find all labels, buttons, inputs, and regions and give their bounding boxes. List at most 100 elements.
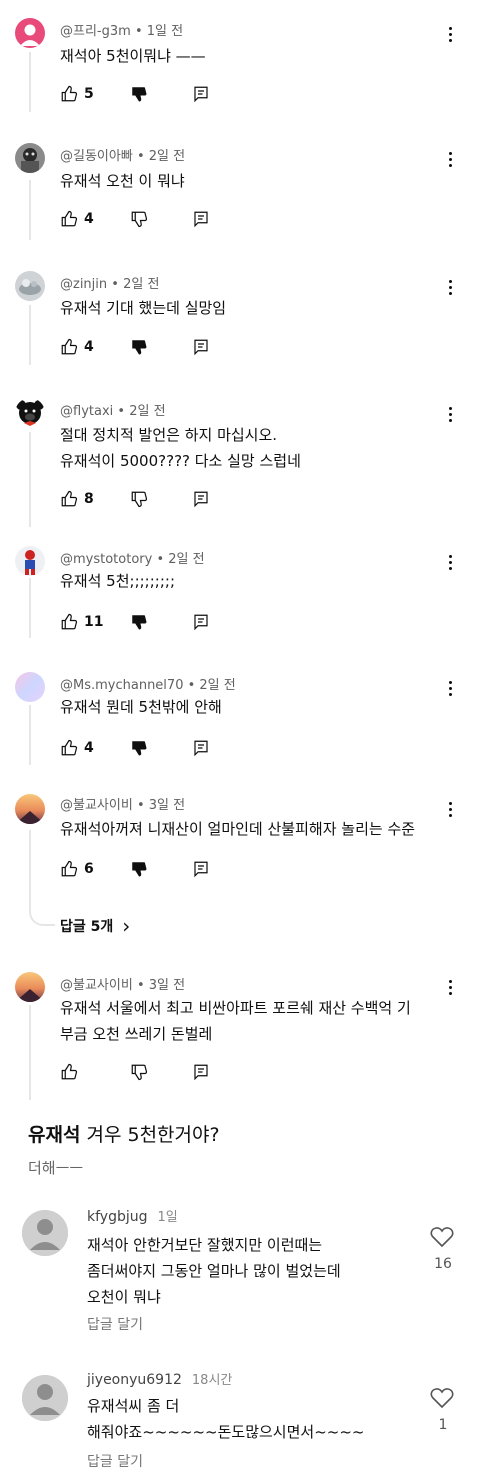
reply-button[interactable]: [192, 335, 210, 359]
avatar[interactable]: [15, 794, 45, 824]
like-button[interactable]: 8: [60, 487, 94, 511]
like-button[interactable]: 5: [60, 82, 94, 106]
reply-comment-icon: [194, 491, 208, 508]
dislike-button[interactable]: [130, 736, 148, 760]
replies-branch-line: [29, 880, 55, 926]
comment-text: 유재석아꺼져 니재산이 얼마인데 산불피해자 놀리는 수준: [60, 820, 416, 838]
comment-text: 유재석 기대 했는데 실망임: [60, 299, 227, 317]
comment-actions: 5: [60, 82, 230, 106]
like-count: 4: [84, 211, 94, 227]
like-button[interactable]: 6: [60, 857, 94, 881]
heart-icon[interactable]: [430, 1387, 456, 1411]
comment-time: 2일 전: [148, 149, 186, 164]
comment-meta: @flytaxi • 2일 전: [60, 404, 166, 419]
thumbs-up-icon: [61, 860, 78, 877]
avatar[interactable]: [15, 18, 45, 48]
dislike-button[interactable]: [130, 1060, 148, 1084]
avatar[interactable]: [15, 546, 45, 576]
avatar[interactable]: [15, 271, 45, 301]
comment-text: 유재석 5천;;;;;;;;;: [60, 572, 175, 590]
comment-actions: 4: [60, 736, 230, 760]
reply-comment-icon: [194, 339, 208, 356]
thumbs-down-filled-icon: [132, 340, 147, 355]
reply-button[interactable]: [192, 736, 210, 760]
comment-actions: 6: [60, 857, 230, 881]
reply-user: jiyeonyu6912 18시간: [87, 1369, 232, 1388]
post-title: 유재석 겨우 5천한거야?: [28, 1120, 220, 1147]
avatar[interactable]: [15, 398, 45, 428]
comment-author[interactable]: @mystototory: [60, 552, 152, 567]
heart-icon[interactable]: [430, 1226, 456, 1250]
post-title-strong: 유재석: [28, 1124, 81, 1146]
like-count: 11: [84, 614, 104, 630]
more-options-icon[interactable]: [444, 800, 458, 818]
dislike-button[interactable]: [130, 207, 148, 231]
reply-button[interactable]: [192, 207, 210, 231]
reply-button[interactable]: [192, 487, 210, 511]
comment-time: 2일 전: [123, 277, 160, 292]
like-button[interactable]: 4: [60, 207, 94, 231]
reply-button[interactable]: [192, 1060, 210, 1084]
reply-button[interactable]: [192, 610, 210, 634]
avatar[interactable]: [22, 1375, 68, 1421]
dislike-button[interactable]: [130, 82, 148, 106]
reply-username[interactable]: kfygbjug: [87, 1209, 148, 1225]
reply-time: 18시간: [191, 1373, 233, 1388]
thumbs-down-icon: [131, 211, 148, 228]
avatar[interactable]: [15, 143, 45, 173]
reply-link[interactable]: 답글 달기: [87, 1451, 143, 1471]
more-options-icon[interactable]: [444, 278, 458, 296]
dislike-button[interactable]: [130, 857, 148, 881]
comment-author[interactable]: @프리-g3m: [60, 24, 131, 39]
reply-comment-icon: [194, 86, 208, 103]
reply-username[interactable]: jiyeonyu6912: [87, 1372, 182, 1388]
thumbs-up-icon: [61, 1063, 78, 1080]
dislike-button[interactable]: [130, 335, 148, 359]
dislike-button[interactable]: [130, 610, 148, 634]
more-options-icon[interactable]: [444, 679, 458, 697]
comment-meta: @Ms.mychannel70 • 2일 전: [60, 678, 236, 693]
chevron-right-icon: ›: [122, 914, 131, 938]
comment-author[interactable]: @길동이아빠: [60, 149, 133, 164]
like-count: 5: [84, 86, 94, 102]
show-replies-button[interactable]: 답글 5개 ›: [60, 916, 130, 936]
more-options-icon[interactable]: [444, 150, 458, 168]
thumbs-up-icon: [61, 739, 78, 756]
comment-author[interactable]: @Ms.mychannel70: [60, 678, 183, 693]
comment-actions: 4: [60, 335, 230, 359]
comment-time: 2일 전: [168, 552, 205, 567]
comment-text: 재석아 5천이뭐냐 ——: [60, 47, 206, 65]
like-button[interactable]: [60, 1060, 84, 1084]
reply-link[interactable]: 답글 달기: [87, 1314, 143, 1334]
reply-button[interactable]: [192, 82, 210, 106]
dislike-button[interactable]: [130, 487, 148, 511]
thumbs-down-icon: [131, 1064, 148, 1081]
like-button[interactable]: 11: [60, 610, 103, 634]
reply-button[interactable]: [192, 857, 210, 881]
comment-author[interactable]: @불교사이비: [60, 978, 133, 993]
more-options-icon[interactable]: [444, 978, 458, 996]
thumbs-down-filled-icon: [132, 87, 147, 102]
like-button[interactable]: 4: [60, 335, 94, 359]
avatar[interactable]: [15, 672, 45, 702]
more-options-icon[interactable]: [444, 553, 458, 571]
comment-author[interactable]: @불교사이비: [60, 798, 133, 813]
like-count: 8: [84, 491, 94, 507]
thumbs-down-filled-icon: [132, 862, 147, 877]
comment-time: 3일 전: [148, 798, 186, 813]
thumbs-up-icon: [61, 210, 78, 227]
comment-meta: @프리-g3m • 1일 전: [60, 24, 184, 39]
comment-meta: @zinjin • 2일 전: [60, 277, 160, 292]
avatar[interactable]: [15, 972, 45, 1002]
comment-author[interactable]: @flytaxi: [60, 404, 113, 419]
avatar[interactable]: [22, 1210, 68, 1256]
comment-author[interactable]: @zinjin: [60, 277, 107, 292]
like-count: 6: [84, 861, 94, 877]
more-options-icon[interactable]: [444, 25, 458, 43]
reply-text: 재석아 안한거보단 잘했지만 이런때는 좀더써야지 그동안 얼마나 많이 벌었는…: [87, 1236, 341, 1306]
thumbs-down-icon: [131, 491, 148, 508]
comment-actions: 4: [60, 207, 230, 231]
post-title-rest: 겨우 5천한거야?: [80, 1124, 220, 1146]
more-options-icon[interactable]: [444, 405, 458, 423]
like-button[interactable]: 4: [60, 736, 94, 760]
